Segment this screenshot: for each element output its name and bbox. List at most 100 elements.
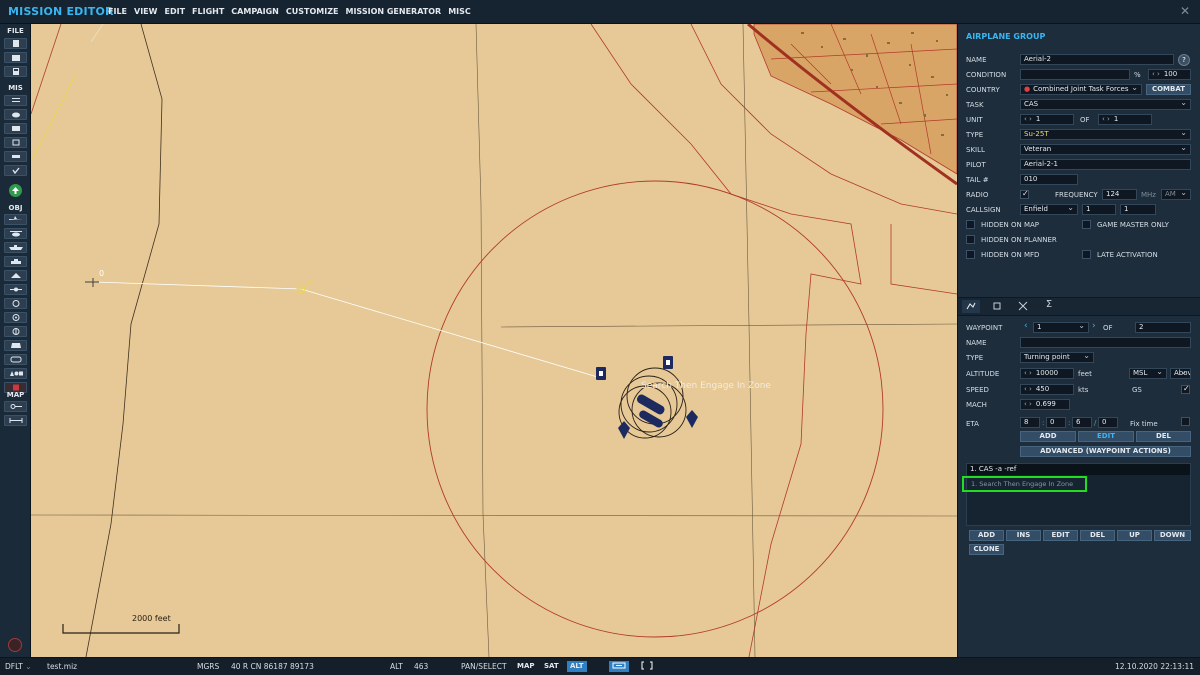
add-target-button[interactable]: [4, 312, 27, 323]
waypoint-select[interactable]: 1: [1033, 322, 1089, 333]
list-item[interactable]: 1. Search Then Engage In Zone: [962, 476, 1087, 492]
add-ship-button[interactable]: [4, 242, 27, 253]
action-edit-button[interactable]: EDIT: [1043, 530, 1078, 541]
name-field[interactable]: Aerial-2: [1020, 54, 1174, 65]
wp-type-select[interactable]: Turning point: [1020, 352, 1094, 363]
callsign-select[interactable]: Enfield: [1020, 204, 1078, 215]
tab-payload[interactable]: [1014, 300, 1032, 313]
add-vehicle-button[interactable]: [4, 256, 27, 267]
modulation-select[interactable]: AM: [1161, 189, 1191, 200]
action-clone-button[interactable]: CLONE: [969, 544, 1004, 555]
record-button[interactable]: [8, 638, 22, 652]
late-activation-checkbox[interactable]: [1082, 250, 1091, 259]
list-item[interactable]: 1. CAS -a -ref: [967, 464, 1190, 475]
unit-stepper[interactable]: ‹ › 1: [1020, 114, 1074, 125]
action-ins-button[interactable]: INS: [1006, 530, 1041, 541]
task-select[interactable]: CAS: [1020, 99, 1191, 110]
stepper-arrows-icon[interactable]: ‹ ›: [1024, 400, 1032, 408]
stepper-arrows-icon[interactable]: ‹ ›: [1102, 115, 1110, 123]
new-file-button[interactable]: [4, 38, 27, 49]
map-view[interactable]: 0 1 Search Then Engage In Zone 2000 feet: [31, 24, 957, 657]
menu-file[interactable]: FILE: [108, 7, 127, 16]
frequency-field[interactable]: 124: [1102, 189, 1137, 200]
callsign-number-1[interactable]: 1: [1082, 204, 1116, 215]
alt-mode-button[interactable]: ALT: [567, 661, 587, 672]
gs-checkbox[interactable]: [1181, 384, 1190, 394]
callsign-number-2[interactable]: 1: [1120, 204, 1156, 215]
map-brackets-button[interactable]: [638, 661, 654, 672]
add-cargo-button[interactable]: [4, 340, 27, 351]
map-canvas[interactable]: 0 1 Search Then Engage In Zone 2000 feet: [31, 24, 957, 657]
tab-route[interactable]: [962, 300, 980, 313]
hidden-on-map-checkbox[interactable]: [966, 220, 975, 229]
hidden-on-planner-checkbox[interactable]: [966, 235, 975, 244]
pilot-field[interactable]: Aerial-2-1: [1020, 159, 1191, 170]
map-mode-button[interactable]: MAP: [514, 661, 538, 672]
condition-stepper[interactable]: ‹ › 100: [1148, 69, 1191, 80]
add-airfield-button[interactable]: [4, 284, 27, 295]
stepper-arrows-icon[interactable]: ‹ ›: [1024, 115, 1032, 123]
waypoint-next-icon[interactable]: ›: [1092, 321, 1096, 331]
fly-mission-button[interactable]: [9, 184, 22, 197]
radio-checkbox[interactable]: [1020, 189, 1029, 199]
combat-button[interactable]: COMBAT: [1146, 84, 1191, 95]
add-static-button[interactable]: [4, 270, 27, 281]
menu-misc[interactable]: MISC: [448, 7, 471, 16]
eta-second-field[interactable]: 0: [1098, 417, 1118, 428]
action-down-button[interactable]: DOWN: [1154, 530, 1191, 541]
add-zone-button[interactable]: [4, 298, 27, 309]
tab-summary[interactable]: Σ: [1040, 299, 1058, 312]
tab-targets[interactable]: [988, 300, 1006, 313]
add-helicopter-button[interactable]: [4, 228, 27, 239]
menu-campaign[interactable]: CAMPAIGN: [231, 7, 279, 16]
add-bullseye-button[interactable]: [4, 354, 27, 365]
open-file-button[interactable]: [4, 52, 27, 63]
triggers-button[interactable]: [4, 137, 27, 148]
add-shapes-button[interactable]: [4, 368, 27, 379]
check-button[interactable]: [4, 165, 27, 176]
action-add-button[interactable]: ADD: [969, 530, 1004, 541]
eta-minute-field[interactable]: 6: [1072, 417, 1092, 428]
altitude-mode-select[interactable]: Abov: [1170, 368, 1191, 379]
mach-stepper[interactable]: ‹ › 0.699: [1020, 399, 1070, 410]
stepper-arrows-icon[interactable]: ‹ ›: [1024, 385, 1032, 393]
eta-day-field[interactable]: 8: [1020, 417, 1040, 428]
action-del-button[interactable]: DEL: [1080, 530, 1115, 541]
waypoint-prev-icon[interactable]: ‹: [1024, 321, 1028, 331]
pan-select-mode[interactable]: PAN/SELECT: [461, 662, 507, 671]
save-file-button[interactable]: [4, 66, 27, 77]
profile-select[interactable]: DFLT ⌄: [5, 662, 32, 671]
menu-mission-generator[interactable]: MISSION GENERATOR: [345, 7, 441, 16]
tail-field[interactable]: 010: [1020, 174, 1078, 185]
stepper-arrows-icon[interactable]: ‹ ›: [1024, 369, 1032, 377]
coord-type[interactable]: MGRS: [197, 662, 219, 671]
coalition-button[interactable]: [4, 123, 27, 134]
menu-customize[interactable]: CUSTOMIZE: [286, 7, 339, 16]
wp-add-button[interactable]: ADD: [1020, 431, 1076, 442]
add-plane-button[interactable]: [4, 214, 27, 225]
eta-hour-field[interactable]: 0: [1046, 417, 1066, 428]
actions-list[interactable]: 1. CAS -a -ref 1. Search Then Engage In …: [962, 463, 1191, 526]
altitude-stepper[interactable]: ‹ › 10000: [1020, 368, 1074, 379]
condition-field[interactable]: [1020, 69, 1130, 80]
sat-mode-button[interactable]: SAT: [541, 661, 562, 672]
game-master-only-checkbox[interactable]: [1082, 220, 1091, 229]
skill-select[interactable]: Veteran: [1020, 144, 1191, 155]
map-filter-button[interactable]: [609, 661, 629, 672]
country-select[interactable]: ● Combined Joint Task Forces: [1020, 84, 1142, 95]
mission-info-button[interactable]: [4, 95, 27, 106]
menu-flight[interactable]: FLIGHT: [192, 7, 224, 16]
stepper-arrows-icon[interactable]: ‹ ›: [1152, 70, 1160, 78]
map-options-button[interactable]: [4, 401, 27, 412]
close-icon[interactable]: ✕: [1180, 4, 1190, 18]
speed-stepper[interactable]: ‹ › 450: [1020, 384, 1074, 395]
briefing-button[interactable]: [4, 151, 27, 162]
help-icon[interactable]: ?: [1178, 54, 1190, 66]
menu-edit[interactable]: EDIT: [164, 7, 185, 16]
unit-total-stepper[interactable]: ‹ › 1: [1098, 114, 1152, 125]
weather-button[interactable]: [4, 109, 27, 120]
wp-name-field[interactable]: [1020, 337, 1191, 348]
action-up-button[interactable]: UP: [1117, 530, 1152, 541]
airplane-icon[interactable]: [85, 278, 99, 287]
menu-view[interactable]: VIEW: [134, 7, 157, 16]
